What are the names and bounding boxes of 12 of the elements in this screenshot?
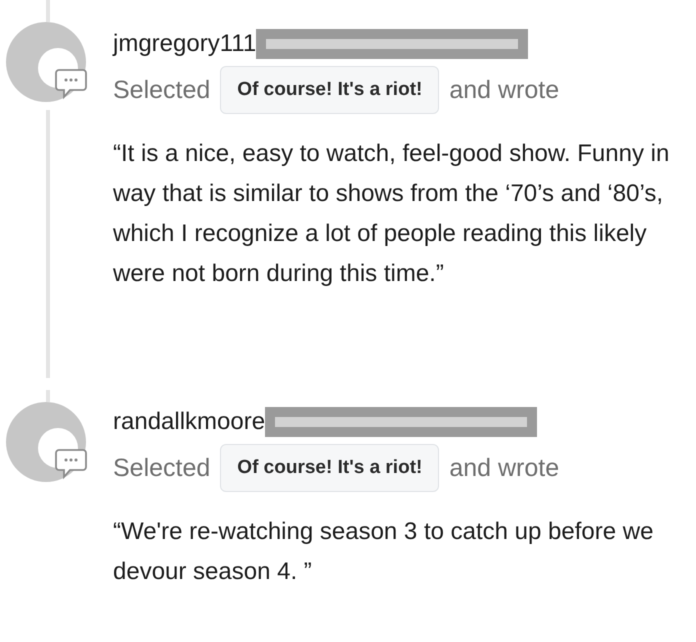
- action-text: Selected: [113, 454, 210, 482]
- comment-icon: [54, 68, 88, 100]
- quote-text: “We're re-watching season 3 to catch up before we devour season 4. ”: [113, 517, 654, 587]
- comment-icon: [54, 448, 88, 480]
- action-text: and wrote: [449, 454, 560, 482]
- action-text: and wrote: [449, 76, 560, 104]
- choice-tag: Of course! It's a riot!: [220, 444, 440, 492]
- quote-text: “It is a nice, easy to watch, feel-good show. Funny in way that is similar to shows from the ‘70’s and ‘80’s, which I recognize a lot of people reading this likely were not born during this time.”: [113, 139, 670, 289]
- username[interactable]: jmgregory111: [113, 30, 256, 58]
- username[interactable]: randallkmoore: [113, 408, 266, 436]
- action-text: Selected: [113, 76, 210, 104]
- choice-tag: Of course! It's a riot!: [220, 66, 440, 114]
